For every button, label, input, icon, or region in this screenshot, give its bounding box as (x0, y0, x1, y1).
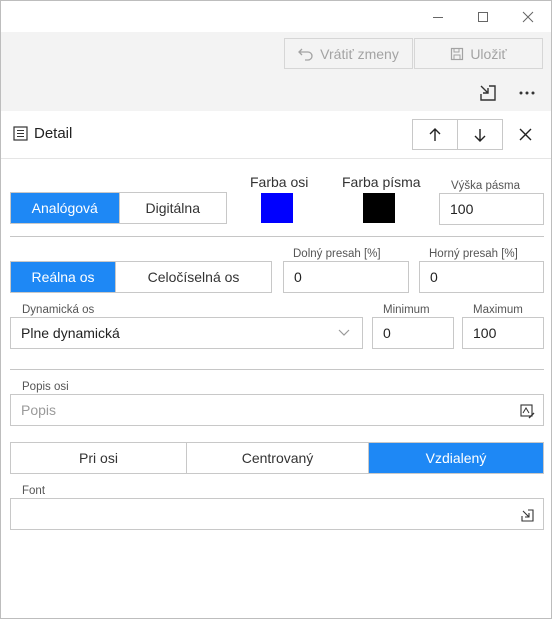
divider (10, 236, 544, 237)
minimum-value: 0 (383, 325, 391, 341)
minimize-button[interactable] (415, 1, 461, 32)
revert-changes-button[interactable]: Vrátiť zmeny (284, 38, 413, 69)
band-height-label: Výška pásma (449, 180, 523, 192)
font-input[interactable] (10, 498, 544, 530)
detail-window: Vrátiť zmeny Uložiť Detail Analógová Dig… (0, 0, 552, 619)
record-navigation (412, 119, 503, 150)
undo-icon (298, 48, 313, 61)
maximum-input[interactable]: 100 (462, 317, 544, 349)
arrow-up-icon (429, 127, 441, 141)
pop-out-icon (480, 85, 496, 101)
window-close-button[interactable] (505, 1, 551, 32)
next-button[interactable] (457, 120, 502, 149)
save-icon (451, 47, 464, 60)
axis-type-digital[interactable]: Digitálna (118, 193, 226, 223)
more-icon (519, 91, 535, 95)
pop-out-button[interactable] (474, 79, 502, 107)
label-position-at-axis[interactable]: Pri osi (11, 443, 186, 473)
axis-description-label: Popis osi (20, 381, 71, 393)
previous-button[interactable] (413, 120, 457, 149)
detail-title-label: Detail (34, 125, 73, 142)
axis-type-analog[interactable]: Analógová (11, 193, 119, 223)
dynamic-axis-value: Plne dynamická (21, 325, 120, 341)
label-position-distant[interactable]: Vzdialený (368, 443, 543, 473)
axis-color-swatch[interactable] (261, 193, 293, 223)
font-color-swatch[interactable] (363, 193, 395, 223)
detail-title: Detail (13, 125, 72, 142)
label-position-segmented: Pri osi Centrovaný Vzdialený (10, 442, 544, 474)
text-edit-icon[interactable] (519, 403, 535, 419)
lower-overflow-value: 0 (294, 269, 302, 285)
list-icon (13, 126, 28, 141)
title-bar (1, 1, 551, 32)
font-label: Font (20, 485, 48, 497)
maximize-button[interactable] (460, 1, 506, 32)
axis-color-label: Farba osi (250, 174, 309, 190)
revert-changes-label: Vrátiť zmeny (320, 45, 399, 62)
lower-overflow-input[interactable]: 0 (283, 261, 409, 293)
upper-overflow-label: Horný presah [%] (427, 248, 520, 260)
scale-type-real[interactable]: Reálna os (11, 262, 115, 292)
axis-description-input[interactable]: Popis (10, 394, 544, 426)
close-detail-button[interactable] (511, 119, 539, 150)
band-height-input[interactable]: 100 (439, 193, 544, 225)
scale-type-integer[interactable]: Celočíselná os (115, 262, 271, 292)
minimum-input[interactable]: 0 (372, 317, 454, 349)
dynamic-axis-select[interactable]: Plne dynamická (10, 317, 363, 349)
close-icon (519, 128, 531, 141)
save-label: Uložiť (470, 45, 507, 62)
font-color-label: Farba písma (342, 174, 421, 190)
arrow-down-icon (474, 128, 486, 142)
divider (10, 369, 544, 370)
maximum-label: Maximum (471, 304, 525, 316)
font-picker-icon[interactable] (519, 507, 535, 523)
axis-description-placeholder: Popis (21, 402, 57, 418)
label-position-centered[interactable]: Centrovaný (186, 443, 368, 473)
toolbar: Vrátiť zmeny Uložiť (1, 32, 551, 111)
minimum-label: Minimum (381, 304, 432, 316)
close-icon (522, 11, 534, 22)
band-height-value: 100 (450, 201, 474, 217)
upper-overflow-value: 0 (430, 269, 438, 285)
maximize-icon (478, 11, 488, 22)
more-options-button[interactable] (513, 79, 541, 107)
axis-type-segmented: Analógová Digitálna (10, 192, 227, 224)
detail-header: Detail (1, 111, 551, 159)
upper-overflow-input[interactable]: 0 (419, 261, 544, 293)
maximum-value: 100 (473, 325, 497, 341)
chevron-down-icon (338, 329, 350, 336)
lower-overflow-label: Dolný presah [%] (291, 248, 383, 260)
dynamic-axis-label: Dynamická os (20, 304, 97, 316)
scale-type-segmented: Reálna os Celočíselná os (10, 261, 272, 293)
save-button[interactable]: Uložiť (414, 38, 543, 69)
minimize-icon (433, 16, 443, 18)
